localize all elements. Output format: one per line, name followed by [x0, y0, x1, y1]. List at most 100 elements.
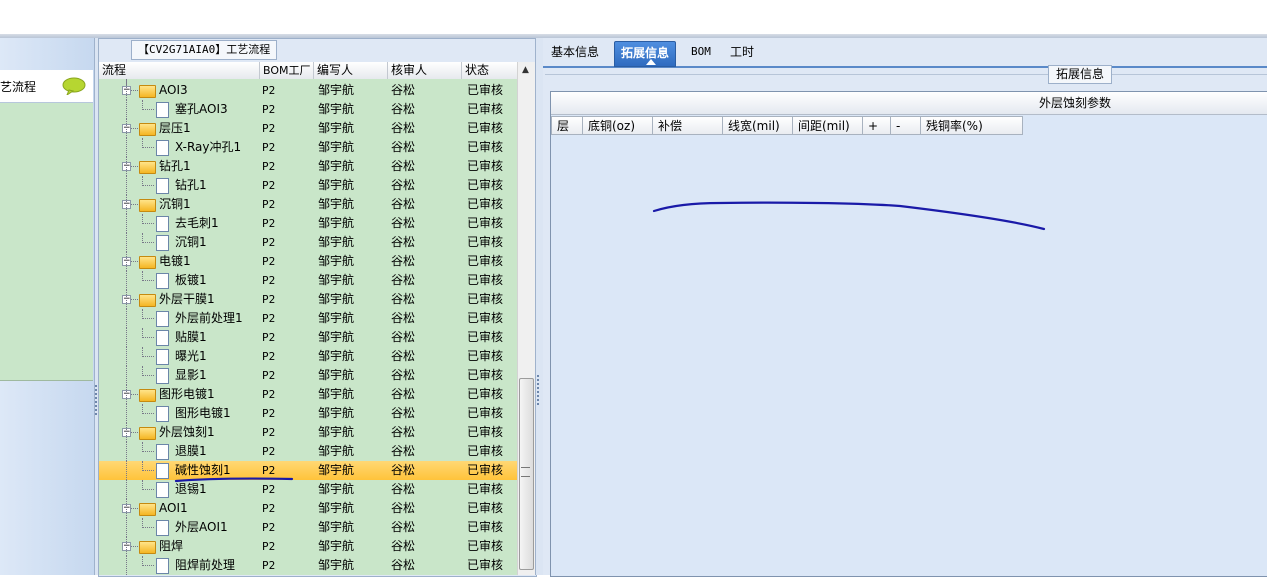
reviewer-cell: 谷松	[391, 178, 416, 192]
table-row[interactable]: − 图形电镀1 P2 邹宇航 谷松 已审核	[99, 385, 517, 404]
table-row[interactable]: − 电镀1 P2 邹宇航 谷松 已审核	[99, 252, 517, 271]
table-row[interactable]: 曝光1 P2 邹宇航 谷松 已审核	[99, 347, 517, 366]
col-compensation[interactable]: 补偿	[653, 116, 723, 135]
tab-extended-info[interactable]: 拓展信息	[614, 41, 677, 67]
chat-bubble-icon[interactable]	[62, 77, 86, 95]
status-cell: 已审核	[467, 330, 504, 344]
col-base-copper[interactable]: 底铜(oz)	[583, 116, 653, 135]
reviewer-cell: 谷松	[391, 197, 416, 211]
tab-basic-info[interactable]: 基本信息	[545, 41, 605, 65]
bom-factory-cell: P2	[262, 388, 276, 401]
tree-node-label: AOI3	[159, 83, 188, 97]
bom-factory-cell: P2	[262, 369, 276, 382]
table-row[interactable]: 阻焊前处理 P2 邹宇航 谷松 已审核	[99, 556, 517, 575]
tree-node-label: 层压1	[159, 121, 191, 135]
reviewer-cell: 谷松	[391, 292, 416, 306]
editor-cell: 邹宇航	[318, 444, 355, 458]
status-cell: 已审核	[467, 444, 504, 458]
column-header-reviewer[interactable]: 核审人	[387, 62, 461, 79]
editor-cell: 邹宇航	[318, 501, 355, 515]
table-row[interactable]: 沉铜1 P2 邹宇航 谷松 已审核	[99, 233, 517, 252]
table-row[interactable]: 贴膜1 P2 邹宇航 谷松 已审核	[99, 328, 517, 347]
tree-line	[126, 404, 127, 423]
table-row[interactable]: − 沉铜1 P2 邹宇航 谷松 已审核	[99, 195, 517, 214]
table-row[interactable]: − AOI3 P2 邹宇航 谷松 已审核	[99, 81, 517, 100]
process-grid-header: 流程 BOM工厂 编写人 核审人 状态	[99, 62, 517, 80]
col-spacing[interactable]: 间距(mil)	[793, 116, 863, 135]
table-row[interactable]: − 层压1 P2 邹宇航 谷松 已审核	[99, 119, 517, 138]
document-icon	[156, 349, 169, 365]
table-row-selected[interactable]: 碱性蚀刻1 P2 邹宇航 谷松 已审核	[99, 461, 517, 480]
table-row[interactable]: − AOI1 P2 邹宇航 谷松 已审核	[99, 499, 517, 518]
tab-work-hours[interactable]: 工时	[724, 41, 760, 65]
col-minus[interactable]: -	[891, 116, 921, 135]
column-header-status[interactable]: 状态	[461, 62, 517, 79]
col-residual-copper[interactable]: 残铜率(%)	[921, 116, 1023, 135]
col-line-width[interactable]: 线宽(mil)	[723, 116, 793, 135]
scroll-up-arrow-icon[interactable]: ▲	[517, 62, 534, 78]
process-tree-grid[interactable]: − AOI3 P2 邹宇航 谷松 已审核 塞孔AOI3 P2 邹宇航 谷松 已审核 − 层压1 P2 邹宇航…	[99, 79, 517, 575]
table-row[interactable]: X-Ray冲孔1 P2 邹宇航 谷松 已审核	[99, 138, 517, 157]
table-row[interactable]: 图形电镀1 P2 邹宇航 谷松 已审核	[99, 404, 517, 423]
status-cell: 已审核	[467, 197, 504, 211]
table-row[interactable]: − 钻孔1 P2 邹宇航 谷松 已审核	[99, 157, 517, 176]
tree-node-label: 碱性蚀刻1	[175, 463, 231, 477]
table-row[interactable]: 外层前处理1 P2 邹宇航 谷松 已审核	[99, 309, 517, 328]
bom-factory-cell: P2	[262, 312, 276, 325]
editor-cell: 邹宇航	[318, 178, 355, 192]
editor-cell: 邹宇航	[318, 368, 355, 382]
col-plus[interactable]: +	[863, 116, 891, 135]
reviewer-cell: 谷松	[391, 330, 416, 344]
active-tab-indicator-icon	[646, 59, 656, 65]
editor-cell: 邹宇航	[318, 311, 355, 325]
bom-factory-cell: P2	[262, 540, 276, 553]
tree-line	[126, 366, 127, 385]
table-row[interactable]: 板镀1 P2 邹宇航 谷松 已审核	[99, 271, 517, 290]
table-row[interactable]: 退锡1 P2 邹宇航 谷松 已审核	[99, 480, 517, 499]
tree-line	[126, 328, 127, 347]
table-row[interactable]: 去毛刺1 P2 邹宇航 谷松 已审核	[99, 214, 517, 233]
table-row[interactable]: 显影1 P2 邹宇航 谷松 已审核	[99, 366, 517, 385]
column-header-process[interactable]: 流程	[99, 62, 259, 79]
col-layer[interactable]: 层	[551, 116, 583, 135]
tree-line	[126, 518, 127, 537]
table-row[interactable]: 塞孔AOI3 P2 邹宇航 谷松 已审核	[99, 100, 517, 119]
status-cell: 已审核	[467, 311, 504, 325]
status-cell: 已审核	[467, 406, 504, 420]
bom-factory-cell: P2	[262, 521, 276, 534]
bom-factory-cell: P2	[262, 350, 276, 363]
right-splitter-grip[interactable]	[537, 375, 541, 405]
column-header-editor[interactable]: 编写人	[313, 62, 387, 79]
bom-factory-cell: P2	[262, 217, 276, 230]
table-row[interactable]: 钻孔1 P2 邹宇航 谷松 已审核	[99, 176, 517, 195]
document-icon	[156, 520, 169, 536]
bom-factory-cell: P2	[262, 179, 276, 192]
tab-bom[interactable]: BOM	[685, 41, 717, 65]
table-row[interactable]: − 外层蚀刻1 P2 邹宇航 谷松 已审核	[99, 423, 517, 442]
column-header-bom[interactable]: BOM工厂	[259, 62, 313, 79]
tree-node-label: 板镀1	[175, 273, 207, 287]
etch-params-table[interactable]	[550, 91, 1267, 577]
status-cell: 已审核	[467, 463, 504, 477]
table-row[interactable]: 外层AOI1 P2 邹宇航 谷松 已审核	[99, 518, 517, 537]
document-icon	[156, 102, 169, 118]
reviewer-cell: 谷松	[391, 216, 416, 230]
editor-cell: 邹宇航	[318, 273, 355, 287]
left-nav-label[interactable]: 工艺流程	[0, 78, 36, 95]
reviewer-cell: 谷松	[391, 406, 416, 420]
status-cell: 已审核	[467, 482, 504, 496]
table-row[interactable]: − 阻焊 P2 邹宇航 谷松 已审核	[99, 537, 517, 556]
folder-icon	[139, 503, 156, 516]
bom-factory-cell: P2	[262, 255, 276, 268]
tree-line	[142, 451, 154, 452]
folder-icon	[139, 199, 156, 212]
table-row[interactable]: − 外层干膜1 P2 邹宇航 谷松 已审核	[99, 290, 517, 309]
document-icon	[156, 406, 169, 422]
table-row[interactable]: 退膜1 P2 邹宇航 谷松 已审核	[99, 442, 517, 461]
folder-icon	[139, 294, 156, 307]
bom-factory-cell: P2	[262, 293, 276, 306]
status-cell: 已审核	[467, 178, 504, 192]
status-cell: 已审核	[467, 83, 504, 97]
group-divider	[545, 74, 1267, 75]
tree-node-label: 外层AOI1	[175, 520, 228, 534]
